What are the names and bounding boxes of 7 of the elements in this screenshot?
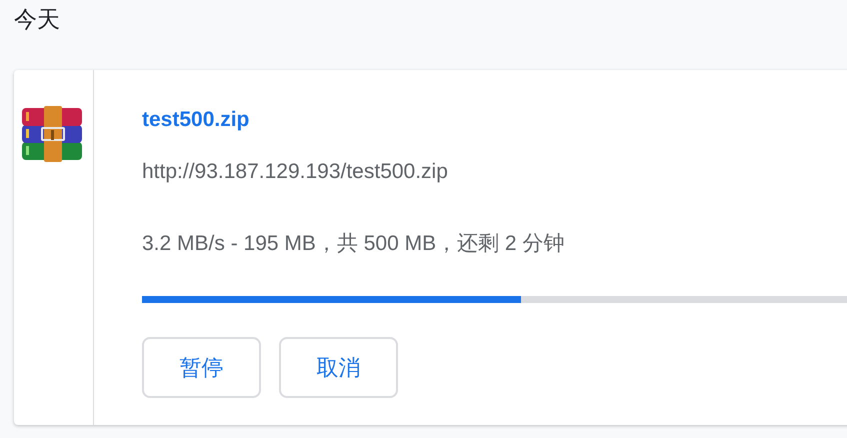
action-button[interactable]: 暂停 xyxy=(142,337,261,398)
download-status: 3.2 MB/s - 195 MB，共 500 MB，还剩 2 分钟 xyxy=(142,231,564,257)
file-name-link[interactable]: test500.zip xyxy=(142,106,250,134)
action-button[interactable]: 取消 xyxy=(279,337,398,398)
date-heading: 今天 xyxy=(14,5,60,34)
file-url: http://93.187.129.193/test500.zip xyxy=(142,159,448,185)
archive-icon xyxy=(20,106,84,162)
